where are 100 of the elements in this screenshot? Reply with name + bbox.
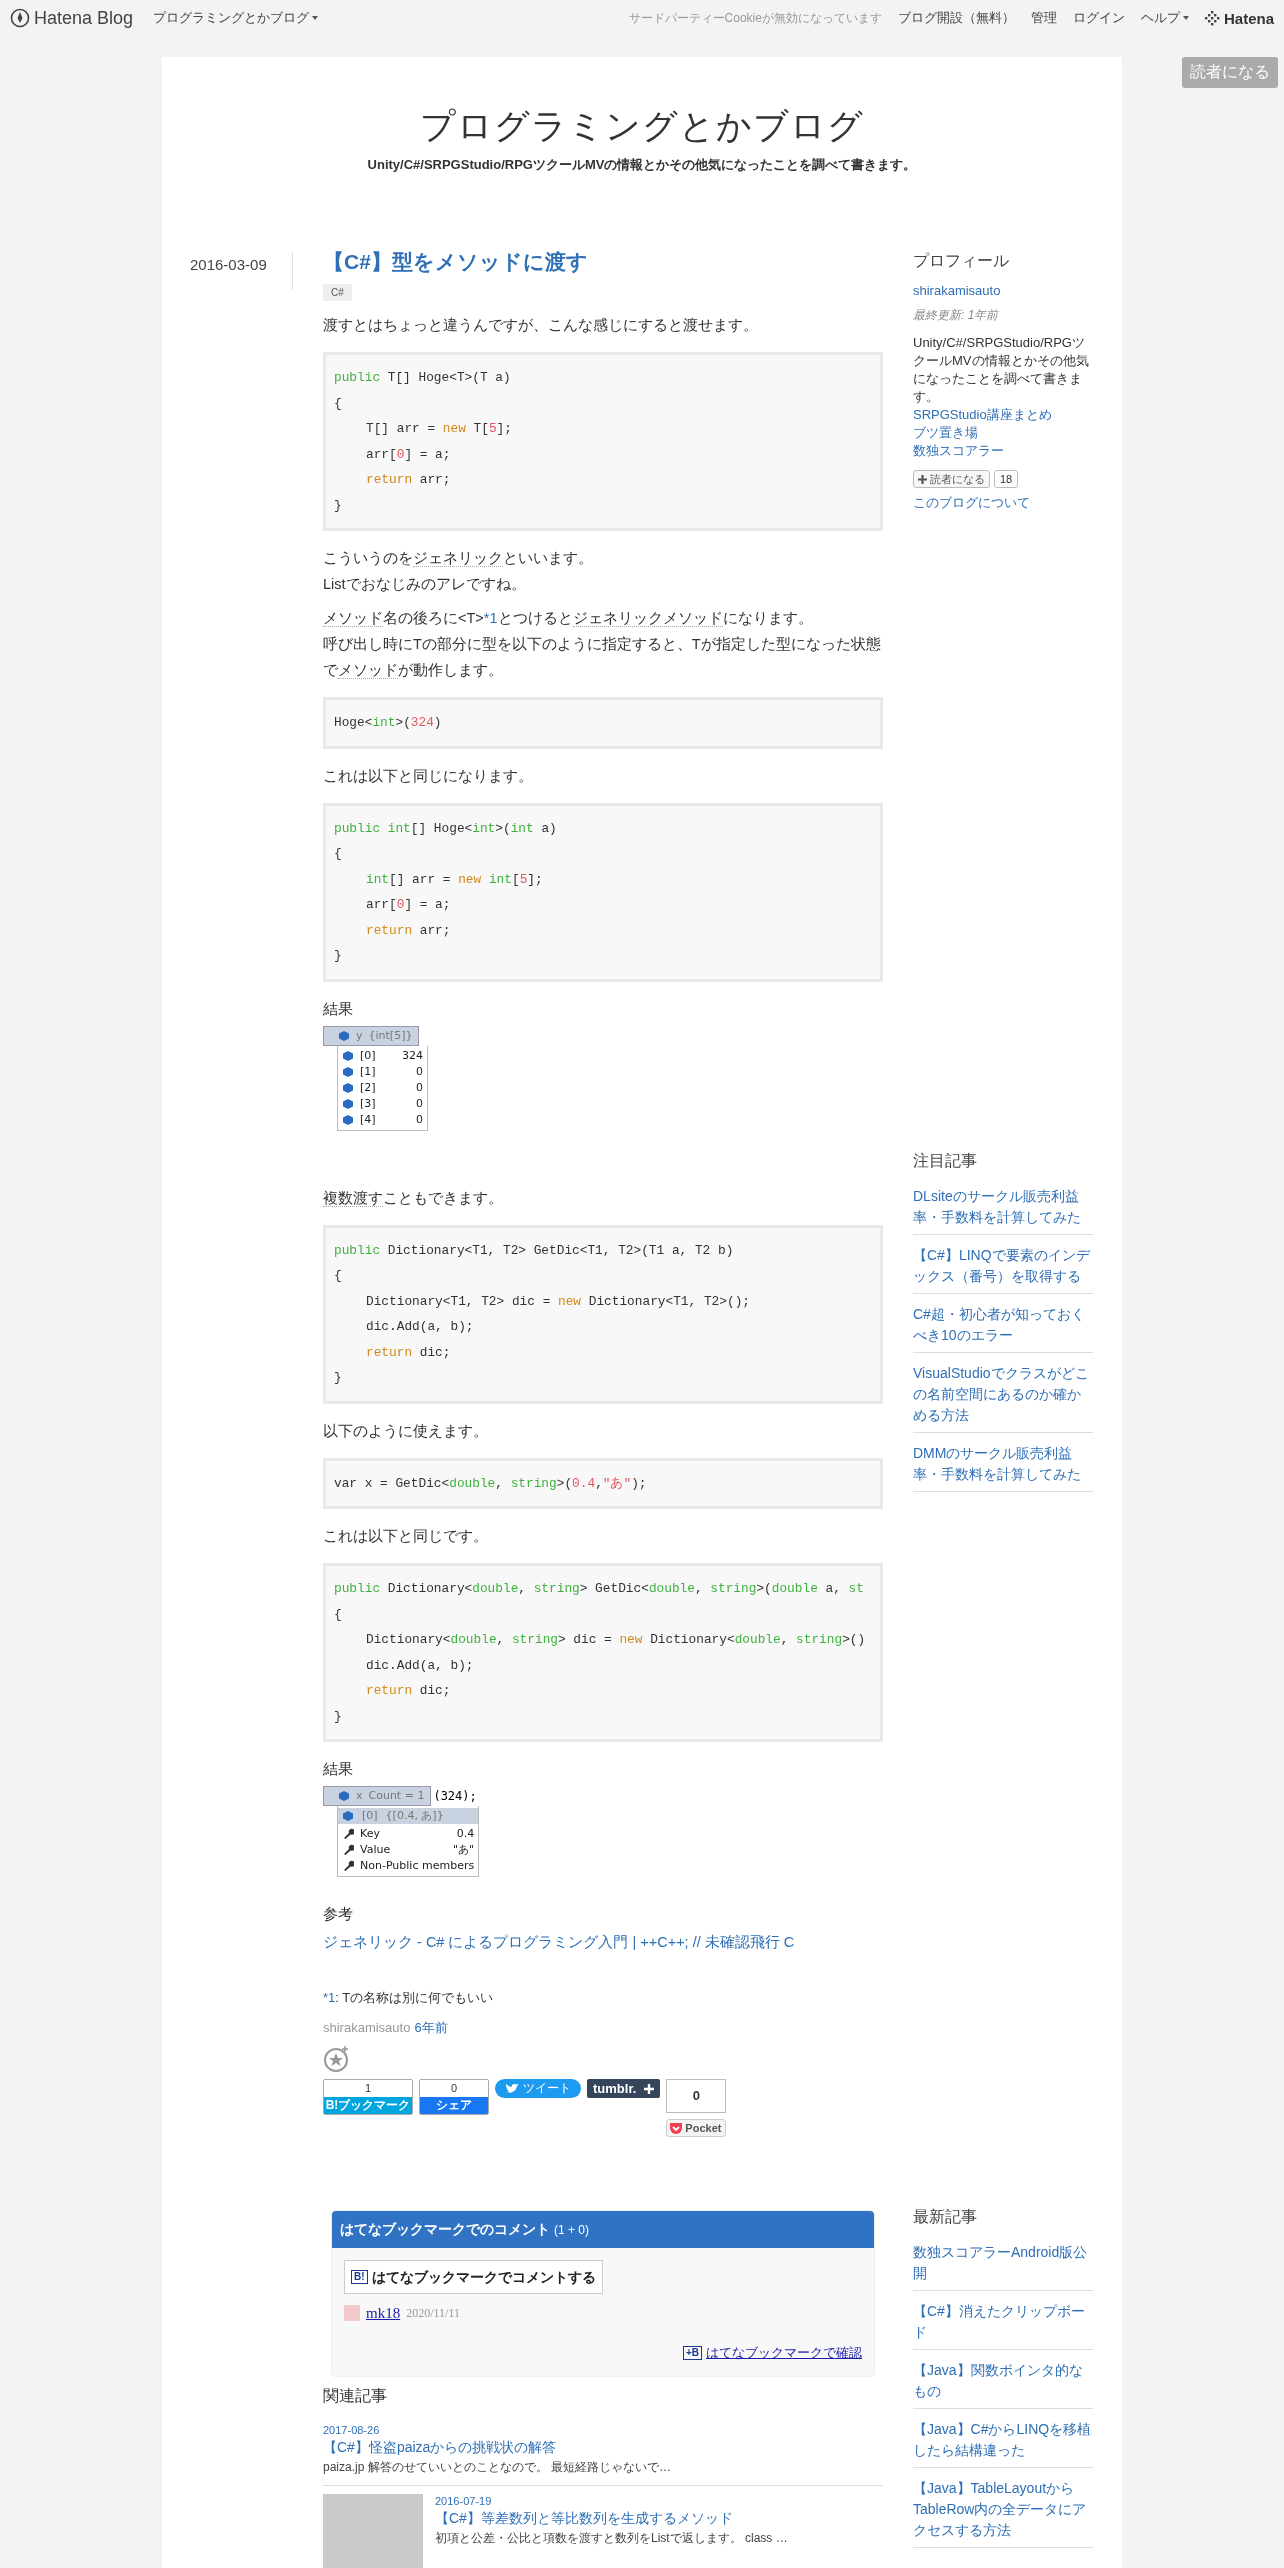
variable-value: 0.4 [455, 1826, 475, 1842]
profile-link[interactable]: SRPGStudio講座まとめ [913, 406, 1093, 424]
variable-name: Non-Public members [360, 1858, 475, 1874]
sidebar-heading: 注目記事 [913, 1152, 978, 1170]
code-block: var x = GetDic<double, string>(0.4,"あ"); [323, 1457, 883, 1509]
reference-link[interactable]: ジェネリック - C# によるプログラミング入門 | ++C++; // 未確認飛行 C [323, 1929, 883, 1955]
sidebar-article-link[interactable]: VisualStudioでクラスがどこの名前空間にあるのか確かめる方法 [913, 1359, 1093, 1433]
related-date[interactable]: 2016-07-19 [435, 2494, 788, 2508]
subscriber-count: 18 [994, 470, 1019, 488]
nav-link[interactable]: ブログ開設（無料） [897, 9, 1015, 27]
nav-link[interactable]: ログイン [1072, 9, 1125, 27]
tweet-button[interactable]: ツイート [495, 2079, 581, 2098]
caret-icon [312, 16, 319, 20]
username-link[interactable]: mk18 [366, 2300, 401, 2326]
paragraph: 渡すとはちょっと違うんですが、こんな感じにすると渡せます。 [323, 316, 759, 335]
sidebar-heading: プロフィール [913, 252, 1010, 270]
bookmark-confirm-link[interactable]: +B はてなブックマークで確認 [682, 2340, 862, 2366]
profile-link[interactable]: 数独スコアラー [913, 442, 1093, 460]
post-date[interactable]: 2016-03-09 [190, 252, 292, 273]
wrench-icon [342, 1828, 354, 1840]
sidebar-article-link[interactable]: 数独スコアラーAndroid版公開 [913, 2238, 1093, 2291]
avatar-icon [344, 2305, 360, 2321]
help-menu[interactable]: ヘルプ [1140, 9, 1189, 27]
article-title[interactable]: 【C#】型をメソッドに渡す [323, 246, 883, 278]
plus-icon [918, 474, 927, 484]
category-tag[interactable]: C# [323, 284, 352, 301]
article-snippet: paiza.jp 解答のせていいとのことなので。 最短経路じゃないで… [323, 2459, 672, 2476]
sidebar-article-link[interactable]: C#超・初心者が知っておくべき10のエラー [913, 1300, 1093, 1353]
last-updated: 最終更新: 1年前 [913, 307, 1001, 324]
subscribe-button[interactable]: 読者になる [913, 470, 990, 488]
sidebar-article-link[interactable]: 【C#】LINQで要素のインデックス（番号）を取得する [913, 1241, 1093, 1294]
bird-icon [505, 2082, 519, 2095]
related-article-link[interactable]: 【C#】等差数列と等比数列を生成するメソッド [435, 2508, 788, 2528]
variable-value: 0 [415, 1095, 423, 1112]
timestamp-link[interactable]: 6年前 [414, 2015, 448, 2041]
variable-name: Key [360, 1826, 381, 1842]
object-icon [342, 1097, 354, 1110]
code-block: public Dictionary<double, string> GetDic<double, string>(double a, st { Dictionary<double, string> dic = new Dictionary<double, string>() dic.Add(a, b); return dic; } [323, 1563, 883, 1742]
paragraph: 複数渡す こともできます。 [323, 1188, 504, 1209]
section-label: 参考 [323, 1905, 354, 1924]
variable-value: "あ" [452, 1842, 475, 1858]
hatena-blog-logo[interactable]: Hatena Blog [34, 7, 134, 29]
related-date[interactable]: 2017-08-26 [323, 2423, 672, 2437]
dot-grid-logo-icon [1204, 10, 1220, 26]
section-label: 結果 [323, 1760, 354, 1779]
object-icon [338, 1790, 350, 1802]
sidebar-article-link[interactable]: 【Java】関数ポインタ的なもの [913, 2356, 1093, 2409]
paragraph: これは以下と同じになります。 [323, 766, 534, 786]
facebook-share-button[interactable]: 0 シェア [419, 2079, 489, 2115]
thumbnail-placeholder[interactable] [323, 2494, 423, 2568]
bookmark-button[interactable]: 1 B!ブックマーク [323, 2079, 413, 2115]
code-block: public Dictionary<T1, T2> GetDic<T1, T2>(T1 a, T2 b) { Dictionary<T1, T2> dic = new Dictionary<T1, T2>(); dic.Add(a, b); return dic; } [323, 1224, 883, 1404]
object-icon [342, 1065, 354, 1078]
paragraph: 以下のように使えます。 [323, 1421, 489, 1441]
variable-name: Value [360, 1842, 391, 1858]
sidebar-article-link[interactable]: DMMのサークル販売利益率・手数料を計算してみた [913, 1439, 1093, 1492]
cookie-notice: サードパーティーCookieが無効になっています [628, 9, 882, 27]
sidebar-article-link[interactable]: 【C#】消えたクリップボード [913, 2297, 1093, 2350]
author-link[interactable]: shirakamisauto [323, 2015, 411, 2041]
object-icon [342, 1049, 354, 1062]
variable-name: x [356, 1788, 363, 1804]
code-fragment: (324); [433, 1788, 477, 1804]
variable-value: 324 [401, 1047, 423, 1064]
code-block: public T[] Hoge<T>(T a) { T[] arr = new T[5]; arr[0] = a; return arr; } [323, 352, 883, 531]
pocket-button[interactable]: Pocket [666, 2119, 727, 2137]
comment-button[interactable]: B! はてなブックマークでコメントする [344, 2260, 603, 2294]
variable-name: [0] [360, 1047, 377, 1064]
pen-logo-icon [10, 8, 30, 28]
blog-menu[interactable]: プログラミングとかブログ [153, 9, 319, 27]
plus-icon [644, 2083, 655, 2094]
code-block: Hoge<int>(324) [323, 697, 883, 749]
sidebar-article-link[interactable]: DLsiteのサークル販売利益率・手数料を計算してみた [913, 1182, 1093, 1235]
nav-link[interactable]: 管理 [1030, 9, 1057, 27]
profile-name-link[interactable]: shirakamisauto [913, 282, 1093, 300]
hatena-logo[interactable]: Hatena [1223, 9, 1274, 27]
tumblr-button[interactable]: tumblr. [587, 2079, 661, 2098]
variable-name: [4] [360, 1111, 377, 1128]
variable-value: 0 [415, 1111, 423, 1128]
sidebar-article-link[interactable]: 【Java】TableLayoutからTableRow内の全データにアクセスする方法 [913, 2474, 1093, 2548]
sidebar-heading: 最新記事 [913, 2208, 978, 2226]
paragraph: これは以下と同じです。 [323, 1527, 489, 1546]
blog-title[interactable]: プログラミングとかブログ [162, 103, 1122, 150]
variable-name: [1] [360, 1063, 377, 1080]
variable-name: y [356, 1027, 363, 1044]
pocket-count: 0 [666, 2079, 727, 2113]
profile-link[interactable]: ブツ置き場 [913, 424, 1093, 442]
wrench-icon [342, 1844, 354, 1856]
section-heading: 関連記事 [323, 2386, 388, 2406]
about-blog-link[interactable]: このブログについて [913, 494, 1093, 512]
related-article-link[interactable]: 【C#】怪盗paizaからの挑戦状の解答 [323, 2437, 672, 2457]
variable-name: [0] [362, 1808, 378, 1824]
comments-header: はてなブックマークでのコメント (1 + 0) [332, 2211, 874, 2248]
wrench-icon [342, 1860, 354, 1872]
profile-description: Unity/C#/SRPGStudio/RPGツクールMVの情報とかその他気になったことを調べて書きます。 [913, 334, 1090, 406]
paragraph: 呼び出し時にTの部分に型を以下のように指定すると、Tが指定した型になった状態でメソッドが動作します。 [323, 635, 882, 681]
sidebar-article-link[interactable]: 【Java】C#からLINQを移植したら結構違った [913, 2415, 1093, 2468]
section-label: 結果 [323, 999, 354, 1019]
object-icon [342, 1113, 354, 1126]
paragraph: こういうのを ジェネリック といいます。 [323, 549, 594, 569]
paragraph: Listでおなじみのアレですね。 [323, 575, 527, 594]
